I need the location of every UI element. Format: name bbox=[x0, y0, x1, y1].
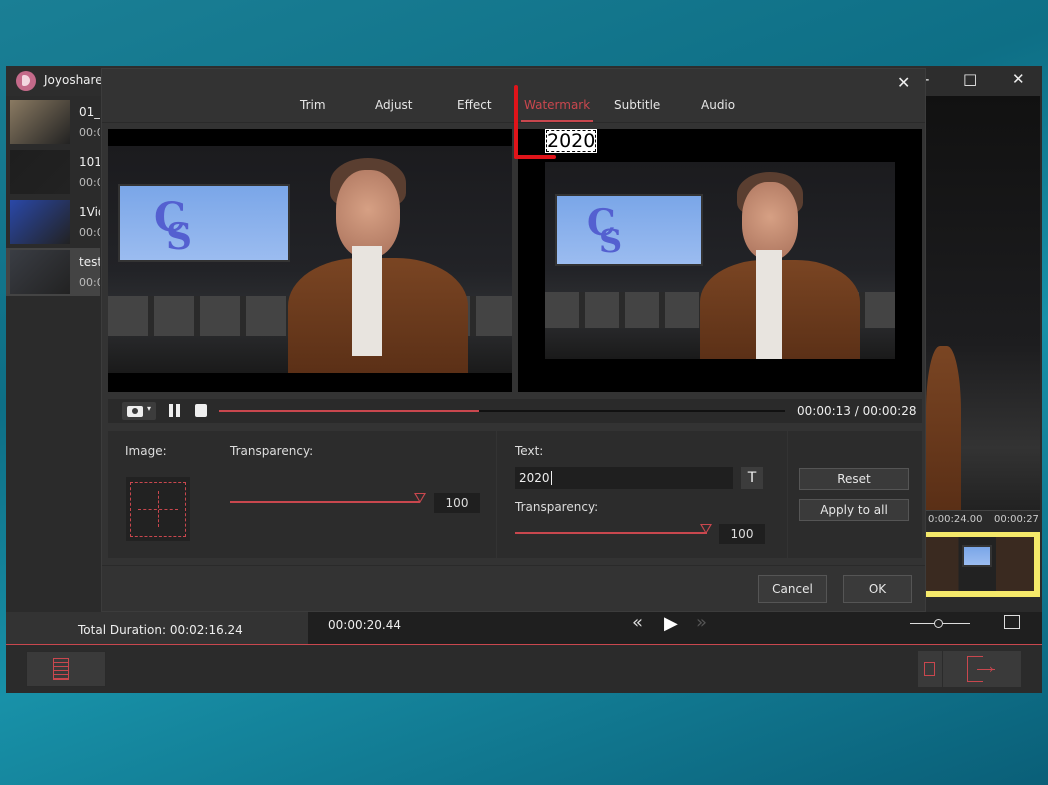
snapshot-button[interactable]: ▾ bbox=[122, 402, 156, 420]
joyoshare-logo-icon bbox=[16, 71, 36, 91]
close-dialog-button[interactable]: ✕ bbox=[897, 73, 910, 92]
actions-panel: Reset Apply to all bbox=[788, 431, 922, 558]
text-transparency-label: Transparency: bbox=[515, 500, 599, 514]
playback-time: 00:00:13 / 00:00:28 bbox=[797, 404, 916, 418]
timeline-ruler: 0:00:24.00 00:00:27 bbox=[926, 510, 1040, 530]
export-button[interactable]: › bbox=[943, 651, 1021, 687]
media-thumbnail bbox=[10, 250, 70, 294]
text-transparency-value[interactable]: 100 bbox=[719, 524, 765, 544]
zoom-slider-handle[interactable] bbox=[934, 619, 943, 628]
timeline-clip[interactable] bbox=[926, 532, 1040, 597]
watermark-text-input[interactable]: 2020 bbox=[515, 467, 733, 489]
media-duration: 00:0 bbox=[79, 126, 100, 139]
text-watermark-panel: Text: 2020 T Transparency: 100 bbox=[497, 431, 787, 558]
cancel-button[interactable]: Cancel bbox=[758, 575, 827, 603]
tab-trim[interactable]: Trim bbox=[300, 98, 326, 112]
time-current: 00:00:13 bbox=[797, 404, 851, 418]
media-name: 01_ bbox=[79, 105, 100, 119]
image-transparency-value[interactable]: 100 bbox=[434, 493, 480, 513]
text-transparency-slider[interactable] bbox=[515, 532, 707, 534]
annotation-mark bbox=[514, 155, 556, 159]
player-bar: 00:00:20.44 « ▶ » bbox=[308, 612, 1042, 644]
media-list-item[interactable]: 101_ 00:0 bbox=[6, 148, 100, 196]
media-name: 1Vid bbox=[79, 205, 100, 219]
progress-fill bbox=[219, 410, 480, 412]
timeline-tick: 0:00:24.00 bbox=[928, 514, 983, 525]
edit-dialog: ✕ Trim Adjust Effect Watermark Subtitle … bbox=[101, 68, 926, 612]
image-transparency-slider[interactable] bbox=[230, 501, 420, 503]
timeline-tick: 00:00:27 bbox=[994, 514, 1039, 525]
media-thumbnail bbox=[10, 200, 70, 244]
media-list-item[interactable]: test 00:0 bbox=[6, 248, 100, 296]
tab-adjust[interactable]: Adjust bbox=[375, 98, 413, 112]
media-list-item[interactable]: 01_ 00:0 bbox=[6, 98, 100, 146]
media-list-item[interactable]: 1Vid 00:0 bbox=[6, 198, 100, 246]
image-transparency-label: Transparency: bbox=[230, 444, 314, 458]
progress-track[interactable] bbox=[219, 410, 785, 412]
edit-list-icon bbox=[53, 658, 69, 680]
stop-icon[interactable] bbox=[195, 404, 207, 417]
file-icon bbox=[924, 662, 935, 676]
pause-icon[interactable] bbox=[169, 404, 173, 417]
media-duration: 00:0 bbox=[79, 226, 100, 239]
tab-effect[interactable]: Effect bbox=[457, 98, 492, 112]
reset-button[interactable]: Reset bbox=[799, 468, 909, 490]
new-file-button[interactable] bbox=[918, 651, 942, 687]
tab-audio[interactable]: Audio bbox=[701, 98, 735, 112]
output-preview: CS 2020 bbox=[518, 129, 922, 392]
duration-area: Total Duration: 00:02:16.24 bbox=[6, 612, 308, 644]
play-icon[interactable]: ▶ bbox=[664, 613, 678, 634]
skip-forward-icon[interactable]: » bbox=[696, 612, 707, 633]
main-preview bbox=[926, 96, 1040, 510]
media-name: 101_ bbox=[79, 155, 100, 169]
text-label: Text: bbox=[515, 444, 544, 458]
media-duration: 00:0 bbox=[79, 276, 100, 289]
watermark-text-overlay[interactable]: 2020 bbox=[545, 129, 598, 153]
current-time: 00:00:20.44 bbox=[328, 618, 401, 632]
media-thumbnail bbox=[10, 150, 70, 194]
maximize-button[interactable]: □ bbox=[963, 70, 977, 88]
skip-back-icon[interactable]: « bbox=[632, 612, 643, 633]
preview-controls: ▾ 00:00:13 / 00:00:28 bbox=[108, 399, 922, 423]
tab-watermark[interactable]: Watermark bbox=[524, 98, 590, 112]
slider-handle[interactable] bbox=[414, 493, 426, 503]
output-video-frame: CS bbox=[545, 162, 895, 359]
slider-handle[interactable] bbox=[700, 524, 712, 534]
time-total: 00:00:28 bbox=[862, 404, 917, 418]
apply-to-all-button[interactable]: Apply to all bbox=[799, 499, 909, 521]
text-input-value: 2020 bbox=[519, 471, 550, 485]
app-title: Joyoshare bbox=[44, 73, 103, 87]
divider bbox=[6, 644, 1042, 645]
original-video-frame: CS bbox=[108, 146, 512, 373]
preview-figure bbox=[926, 346, 961, 510]
original-preview: CS bbox=[108, 129, 512, 392]
add-image-button[interactable] bbox=[126, 477, 190, 541]
media-duration: 00:0 bbox=[79, 176, 100, 189]
ok-button[interactable]: OK bbox=[843, 575, 912, 603]
edit-list-button[interactable] bbox=[26, 651, 106, 687]
image-watermark-panel: Image: Transparency: 100 bbox=[108, 431, 496, 558]
font-settings-button[interactable]: T bbox=[741, 467, 763, 489]
total-duration: Total Duration: 00:02:16.24 bbox=[78, 623, 243, 637]
close-window-button[interactable]: ✕ bbox=[1012, 70, 1025, 88]
image-label: Image: bbox=[125, 444, 167, 458]
media-name: test bbox=[79, 255, 100, 269]
time-separator: / bbox=[850, 404, 863, 418]
tab-subtitle[interactable]: Subtitle bbox=[614, 98, 660, 112]
annotation-mark bbox=[514, 85, 518, 159]
fit-timeline-icon[interactable] bbox=[1004, 615, 1020, 629]
media-thumbnail bbox=[10, 100, 70, 144]
